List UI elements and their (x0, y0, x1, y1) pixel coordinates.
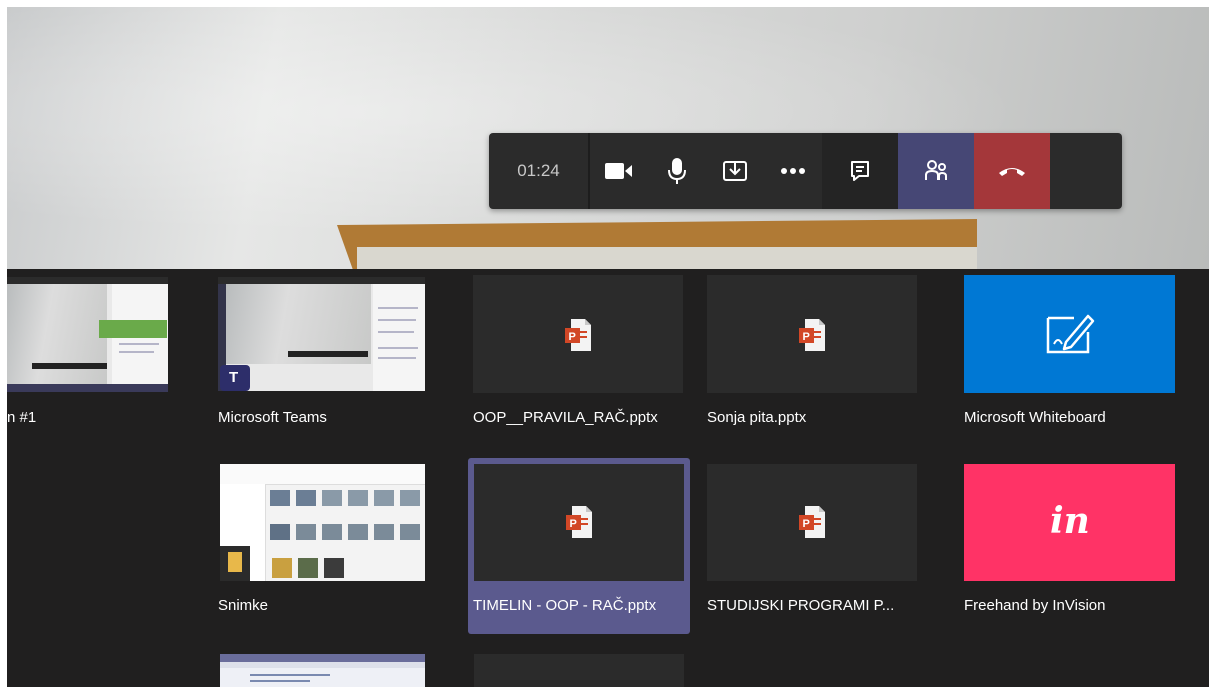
thumb-file (348, 524, 368, 540)
powerpoint-thumbnail: P (473, 275, 683, 393)
share-tile-label: TIMELIN - OOP - RAČ.pptx (473, 597, 657, 614)
thumb-controls (288, 351, 368, 357)
thumb-file (374, 524, 394, 540)
thumb-file (296, 490, 316, 506)
whiteboard-pen-icon (1046, 314, 1095, 354)
powerpoint-icon: P (799, 319, 825, 351)
call-controls: 01:24 (489, 133, 1122, 209)
share-tile-label: STUDIJSKI PROGRAMI P... (707, 597, 895, 614)
thumb-line (250, 674, 330, 676)
thumb-line (250, 680, 310, 682)
chat-button[interactable] (822, 133, 898, 209)
invision-logo-icon: in (1050, 500, 1090, 542)
powerpoint-icon: P (566, 506, 592, 538)
whiteboard-thumbnail (964, 275, 1175, 393)
thumb-notification (99, 320, 167, 338)
thumb-line (378, 307, 418, 309)
hang-up-icon (999, 168, 1025, 176)
powerpoint-thumbnail (474, 654, 684, 687)
share-tile-label: OOP__PRAVILA_RAČ.pptx (473, 409, 658, 426)
powerpoint-thumbnail: P (474, 464, 684, 581)
microphone-button[interactable] (648, 133, 706, 209)
thumb-file (296, 524, 316, 540)
chat-icon (851, 161, 869, 181)
thumb-panel (373, 284, 425, 391)
thumb-line (378, 347, 418, 349)
invision-thumbnail: in (964, 464, 1175, 581)
thumb-file (322, 490, 342, 506)
video-wall (357, 247, 977, 269)
thumb-file (270, 490, 290, 506)
thumb-file (298, 558, 318, 578)
share-tile-label: Microsoft Teams (218, 409, 327, 426)
teams-logo-icon: T (220, 365, 250, 391)
share-tile-label: Sonja pita.pptx (707, 409, 807, 426)
svg-text:P: P (803, 518, 810, 530)
microphone-icon (668, 158, 686, 184)
thumb-file (348, 490, 368, 506)
more-actions-button[interactable] (764, 133, 822, 209)
thumb-file (272, 558, 292, 578)
share-tray: n #1 T Microsoft Teams P OOP__PRAVILA_RA… (7, 269, 1209, 687)
window-thumbnail (7, 277, 168, 392)
thumb-line (119, 351, 154, 353)
thumb-file (400, 524, 420, 540)
share-tile-label: Freehand by InVision (964, 597, 1106, 614)
share-tile-label: n #1 (7, 409, 37, 426)
svg-text:P: P (569, 331, 576, 343)
share-tile-label: Snimke (218, 597, 269, 614)
people-icon (925, 160, 947, 180)
video-camera-icon (605, 163, 632, 179)
camera-button[interactable] (590, 133, 648, 209)
thumb-titlebar (7, 277, 168, 284)
thumb-line (378, 319, 416, 321)
thumb-video (7, 284, 107, 384)
thumb-line (378, 331, 414, 333)
hang-up-button[interactable] (974, 133, 1050, 209)
svg-text:P: P (803, 331, 810, 343)
thumb-file (374, 490, 394, 506)
folder-icon (228, 552, 242, 572)
share-tile-label: Microsoft Whiteboard (964, 409, 1106, 426)
svg-text:P: P (570, 518, 577, 530)
thumb-file (400, 490, 420, 506)
thumb-line (378, 357, 416, 359)
thumb-file (270, 524, 290, 540)
powerpoint-thumbnail: P (707, 275, 917, 393)
participants-button[interactable] (898, 133, 974, 209)
call-timer: 01:24 (489, 133, 590, 209)
thumb-taskbar (7, 384, 168, 392)
thumb-file (322, 524, 342, 540)
window-thumbnail: T (218, 277, 425, 391)
thumb-ribbon (220, 464, 425, 485)
thumb-titlebar (218, 277, 425, 284)
powerpoint-icon: P (565, 319, 591, 351)
powerpoint-thumbnail: P (707, 464, 917, 581)
thumb-titlebar (220, 654, 425, 662)
powerpoint-icon: P (799, 506, 825, 538)
thumb-file (324, 558, 344, 578)
window-thumbnail (220, 654, 425, 687)
window-thumbnail (220, 464, 425, 581)
thumb-toolbar (220, 662, 425, 668)
share-tray-icon (723, 161, 747, 181)
thumb-line (119, 343, 159, 345)
more-actions-icon (781, 168, 805, 174)
thumb-controls (32, 363, 107, 369)
share-button[interactable] (706, 133, 764, 209)
